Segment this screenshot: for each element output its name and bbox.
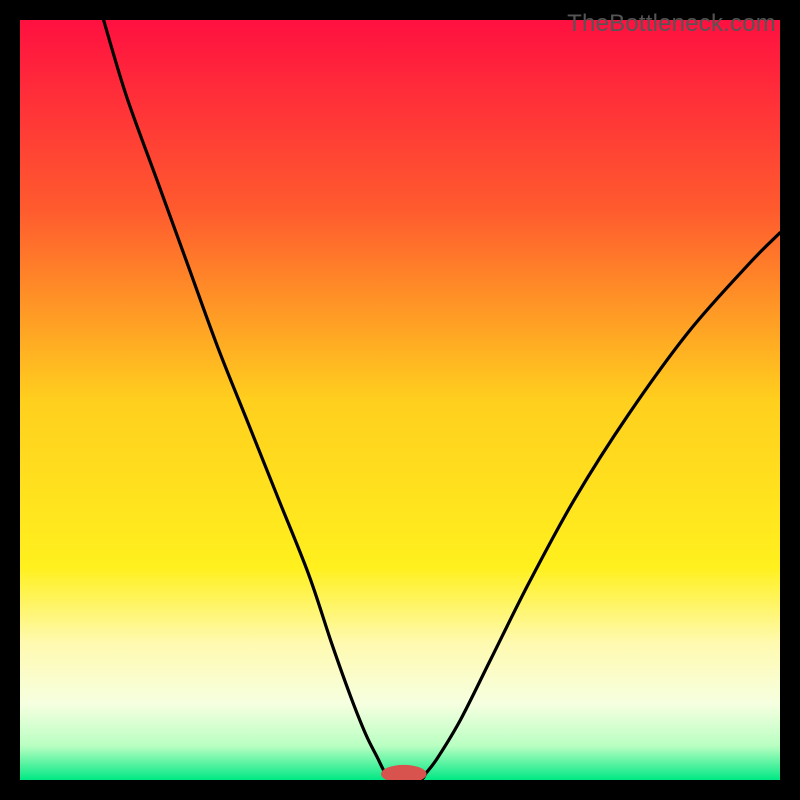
plot-area (20, 20, 780, 780)
bottleneck-chart (20, 20, 780, 780)
chart-frame: TheBottleneck.com (10, 10, 790, 790)
gradient-background (20, 20, 780, 780)
watermark-text: TheBottleneck.com (567, 10, 776, 38)
